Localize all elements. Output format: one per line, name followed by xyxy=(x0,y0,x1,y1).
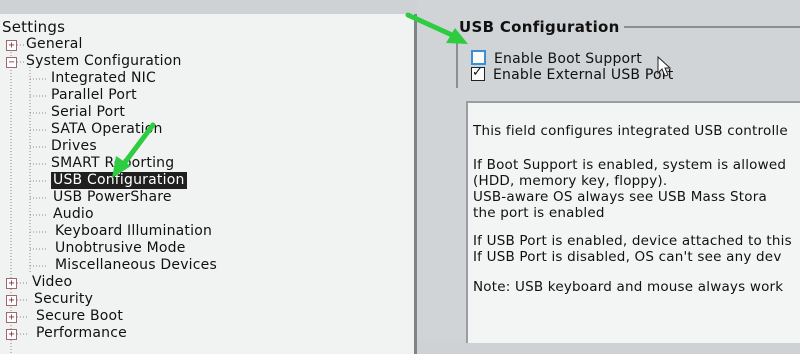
expand-icon[interactable]: + xyxy=(6,312,17,323)
help-line: (HDD, memory key, floppy). xyxy=(473,173,668,189)
tree-item-usb-powershare[interactable]: USB PowerShare xyxy=(51,189,174,206)
enable-boot-support-label: Enable Boot Support xyxy=(494,51,642,67)
settings-detail-pane: USB Configuration Enable Boot Support ✓ … xyxy=(417,0,800,343)
collapse-icon[interactable]: − xyxy=(6,57,17,68)
enable-external-usb-port-option[interactable]: ✓ Enable External USB Port xyxy=(471,65,674,83)
help-line: This field configures integrated USB con… xyxy=(473,123,788,139)
tree-item-serial-port[interactable]: Serial Port xyxy=(49,104,127,121)
group-title: USB Configuration xyxy=(455,18,624,36)
help-line: Note: USB keyboard and mouse always work xyxy=(473,279,784,295)
tree-item-performance[interactable]: Performance xyxy=(34,325,129,342)
help-line: If USB Port is disabled, OS can't see an… xyxy=(473,249,782,265)
help-line: If USB Port is enabled, device attached … xyxy=(473,233,792,249)
tree-item-secure-boot[interactable]: Secure Boot xyxy=(34,308,125,325)
help-line: the port is enabled xyxy=(473,205,605,221)
help-line: USB-aware OS always see USB Mass Stora xyxy=(473,189,767,205)
enable-boot-support-option[interactable]: Enable Boot Support xyxy=(471,50,642,67)
tree-item-video[interactable]: Video xyxy=(30,274,74,291)
tree-item-drives[interactable]: Drives xyxy=(49,138,99,155)
expand-icon[interactable]: + xyxy=(6,329,17,340)
mouse-pointer-icon xyxy=(657,56,672,77)
help-text-box: This field configures integrated USB con… xyxy=(466,101,800,343)
tree-item-smart-reporting[interactable]: SMART Reporting xyxy=(49,155,176,172)
tree-item-unobtrusive-mode[interactable]: Unobtrusive Mode xyxy=(53,240,188,257)
expand-icon[interactable]: + xyxy=(6,295,17,306)
enable-boot-support-checkbox[interactable] xyxy=(471,50,486,65)
tree-item-integrated-nic[interactable]: Integrated NIC xyxy=(49,70,158,87)
tree-item-system-configuration[interactable]: System Configuration xyxy=(24,53,184,70)
tree-item-security[interactable]: Security xyxy=(32,291,95,308)
tree-item-audio[interactable]: Audio xyxy=(51,206,96,223)
enable-external-usb-port-checkbox[interactable]: ✓ xyxy=(471,65,485,81)
tree-item-sata-operation[interactable]: SATA Operation xyxy=(49,121,165,138)
tree-item-parallel-port[interactable]: Parallel Port xyxy=(49,87,139,104)
checkmark-icon: ✓ xyxy=(472,65,484,80)
tree-item-miscellaneous-devices[interactable]: Miscellaneous Devices xyxy=(53,257,219,274)
tree-title: Settings xyxy=(2,18,66,36)
tree-item-keyboard-illumination[interactable]: Keyboard Illumination xyxy=(53,223,214,240)
expand-icon[interactable]: + xyxy=(6,278,17,289)
expand-icon[interactable]: + xyxy=(6,40,17,51)
tree-item-usb-configuration[interactable]: USB Configuration xyxy=(51,172,187,189)
help-line: If Boot Support is enabled, system is al… xyxy=(473,157,787,173)
tree-item-general[interactable]: General xyxy=(24,36,85,53)
enable-external-usb-port-label: Enable External USB Port xyxy=(493,67,674,83)
settings-tree: Settings + General − System Configuratio… xyxy=(0,14,417,354)
